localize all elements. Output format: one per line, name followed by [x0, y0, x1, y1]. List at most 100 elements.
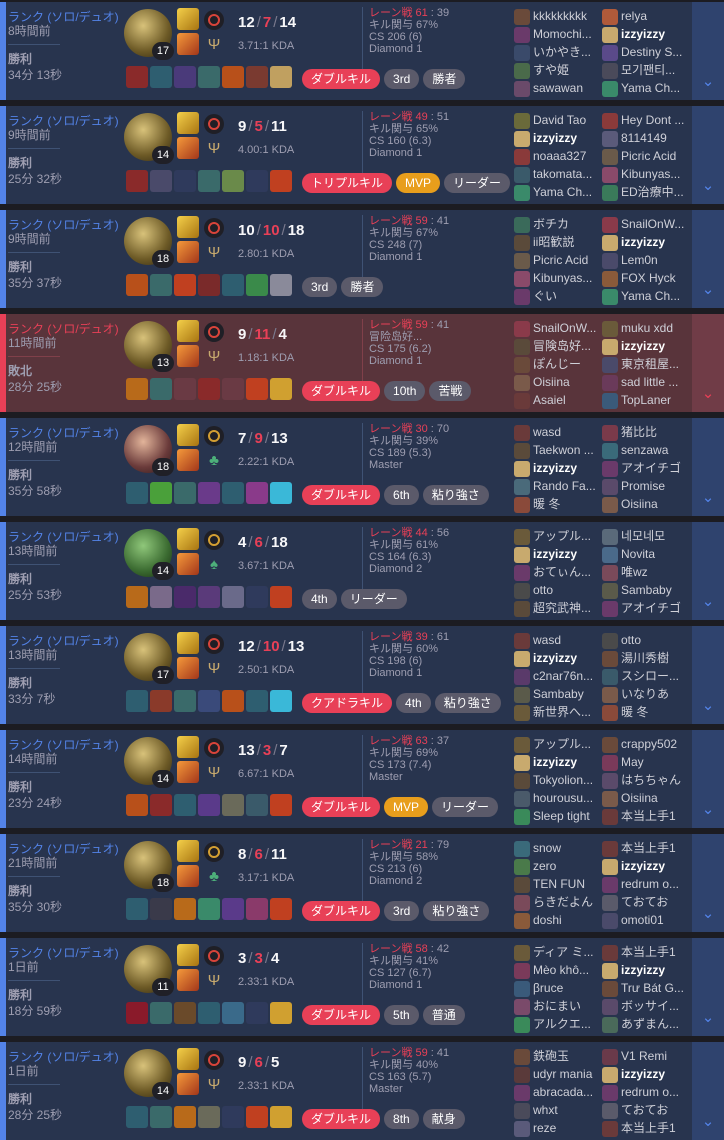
- expand-details-button[interactable]: ⌄: [692, 314, 724, 412]
- player-entry[interactable]: Picric Acid: [602, 147, 690, 165]
- player-entry[interactable]: アオイチゴ: [602, 599, 690, 617]
- player-entry[interactable]: David Tao: [514, 111, 602, 129]
- player-entry[interactable]: Momochi...: [514, 25, 602, 43]
- player-entry[interactable]: whxt: [514, 1101, 602, 1119]
- player-entry[interactable]: Tokyolion...: [514, 771, 602, 789]
- item-icon[interactable]: [150, 170, 172, 192]
- player-entry[interactable]: Picric Acid: [514, 251, 602, 269]
- item-icon[interactable]: [126, 482, 148, 504]
- item-icon[interactable]: [174, 170, 196, 192]
- item-icon[interactable]: [198, 1106, 220, 1128]
- player-entry[interactable]: ておてお: [602, 893, 690, 911]
- item-icon[interactable]: [270, 690, 292, 712]
- match-card[interactable]: ランク (ソロ/デュオ) 13時間前 勝利 25分 53秒 14 ♠ 4/6/18 3.67:…: [0, 522, 724, 620]
- match-card[interactable]: ランク (ソロ/デュオ) 11時間前 敗北 28分 25秒 13 Ψ 9/11/4 1.18:…: [0, 314, 724, 412]
- item-icon[interactable]: [246, 274, 268, 296]
- item-icon[interactable]: [126, 66, 148, 88]
- item-icon[interactable]: [222, 898, 244, 920]
- player-entry[interactable]: 超究武神...: [514, 599, 602, 617]
- item-icon[interactable]: [246, 482, 268, 504]
- item-icon[interactable]: [198, 378, 220, 400]
- player-entry[interactable]: hourousu...: [514, 789, 602, 807]
- player-entry[interactable]: 冒険岛好...: [514, 337, 602, 355]
- match-card[interactable]: ランク (ソロ/デュオ) 13時間前 勝利 33分 7秒 17 Ψ 12/10/13 2.50…: [0, 626, 724, 724]
- match-card[interactable]: ランク (ソロ/デュオ) 12時間前 勝利 35分 58秒 18 ♣ 7/9/13 2.22:…: [0, 418, 724, 516]
- player-entry[interactable]: Sambaby: [602, 581, 690, 599]
- player-entry[interactable]: 暖 冬: [514, 495, 602, 513]
- player-entry[interactable]: 本当上手1: [602, 1119, 690, 1137]
- item-icon[interactable]: [198, 482, 220, 504]
- expand-details-button[interactable]: ⌄: [692, 938, 724, 1036]
- player-entry[interactable]: ED治療中...: [602, 183, 690, 201]
- item-icon[interactable]: [126, 586, 148, 608]
- match-card[interactable]: ランク (ソロ/デュオ) 8時間前 勝利 34分 13秒 17 Ψ 12/7/14 3.71:…: [0, 2, 724, 100]
- player-entry[interactable]: Oisiina: [514, 373, 602, 391]
- player-entry[interactable]: Lem0n: [602, 251, 690, 269]
- match-card[interactable]: ランク (ソロ/デュオ) 21時間前 勝利 35分 30秒 18 ♣ 8/6/11 3.17:…: [0, 834, 724, 932]
- item-icon[interactable]: [222, 586, 244, 608]
- player-entry[interactable]: 네모네모: [602, 527, 690, 545]
- expand-details-button[interactable]: ⌄: [692, 730, 724, 828]
- player-entry[interactable]: ii昭歓説: [514, 233, 602, 251]
- player-entry[interactable]: 湯川秀樹: [602, 649, 690, 667]
- item-icon[interactable]: [222, 482, 244, 504]
- item-icon[interactable]: [150, 274, 172, 296]
- item-icon[interactable]: [174, 1002, 196, 1024]
- item-icon[interactable]: [198, 274, 220, 296]
- item-icon[interactable]: [222, 1106, 244, 1128]
- player-entry[interactable]: 本当上手1: [602, 807, 690, 825]
- player-entry[interactable]: c2nar76n...: [514, 667, 602, 685]
- expand-details-button[interactable]: ⌄: [692, 2, 724, 100]
- player-entry[interactable]: Oisiina: [602, 789, 690, 807]
- item-icon[interactable]: [246, 586, 268, 608]
- player-entry[interactable]: izzyizzy: [514, 459, 602, 477]
- player-entry[interactable]: すや姫: [514, 61, 602, 79]
- item-icon[interactable]: [126, 690, 148, 712]
- player-entry[interactable]: wasd: [514, 423, 602, 441]
- player-entry[interactable]: ておてお: [602, 1101, 690, 1119]
- item-icon[interactable]: [198, 794, 220, 816]
- item-icon[interactable]: [198, 1002, 220, 1024]
- player-entry[interactable]: アルクエ...: [514, 1015, 602, 1033]
- player-entry[interactable]: izzyizzy: [602, 857, 690, 875]
- player-entry[interactable]: May: [602, 753, 690, 771]
- item-icon[interactable]: [198, 898, 220, 920]
- player-entry[interactable]: Novita: [602, 545, 690, 563]
- player-entry[interactable]: izzyizzy: [602, 25, 690, 43]
- item-icon[interactable]: [198, 170, 220, 192]
- player-entry[interactable]: おてぃん...: [514, 563, 602, 581]
- player-entry[interactable]: V1 Remi: [602, 1047, 690, 1065]
- item-icon[interactable]: [126, 794, 148, 816]
- player-entry[interactable]: senzawa: [602, 441, 690, 459]
- player-entry[interactable]: Yama Ch...: [514, 183, 602, 201]
- player-entry[interactable]: Yama Ch...: [602, 79, 690, 97]
- player-entry[interactable]: redrum o...: [602, 1083, 690, 1101]
- item-icon[interactable]: [150, 66, 172, 88]
- player-entry[interactable]: 唯wz: [602, 563, 690, 581]
- player-entry[interactable]: relya: [602, 7, 690, 25]
- player-entry[interactable]: muku xdd: [602, 319, 690, 337]
- player-entry[interactable]: Oisiina: [602, 495, 690, 513]
- player-entry[interactable]: 東京租屋...: [602, 355, 690, 373]
- player-entry[interactable]: TEN FUN: [514, 875, 602, 893]
- player-entry[interactable]: otto: [514, 581, 602, 599]
- player-entry[interactable]: kkkkkkkkk: [514, 7, 602, 25]
- item-icon[interactable]: [270, 1002, 292, 1024]
- expand-details-button[interactable]: ⌄: [692, 418, 724, 516]
- player-entry[interactable]: アップル...: [514, 735, 602, 753]
- player-entry[interactable]: TopLaner: [602, 391, 690, 409]
- item-icon[interactable]: [126, 898, 148, 920]
- player-entry[interactable]: スシロー...: [602, 667, 690, 685]
- player-entry[interactable]: Rando Fa...: [514, 477, 602, 495]
- player-entry[interactable]: βruce: [514, 979, 602, 997]
- player-entry[interactable]: izzyizzy: [602, 961, 690, 979]
- player-entry[interactable]: izzyizzy: [514, 753, 602, 771]
- player-entry[interactable]: reze: [514, 1119, 602, 1137]
- expand-details-button[interactable]: ⌄: [692, 834, 724, 932]
- player-entry[interactable]: izzyizzy: [602, 337, 690, 355]
- item-icon[interactable]: [150, 1106, 172, 1128]
- item-icon[interactable]: [174, 274, 196, 296]
- player-entry[interactable]: doshi: [514, 911, 602, 929]
- match-card[interactable]: ランク (ソロ/デュオ) 14時間前 勝利 23分 24秒 14 Ψ 13/3/7 6.67:…: [0, 730, 724, 828]
- item-icon[interactable]: [222, 690, 244, 712]
